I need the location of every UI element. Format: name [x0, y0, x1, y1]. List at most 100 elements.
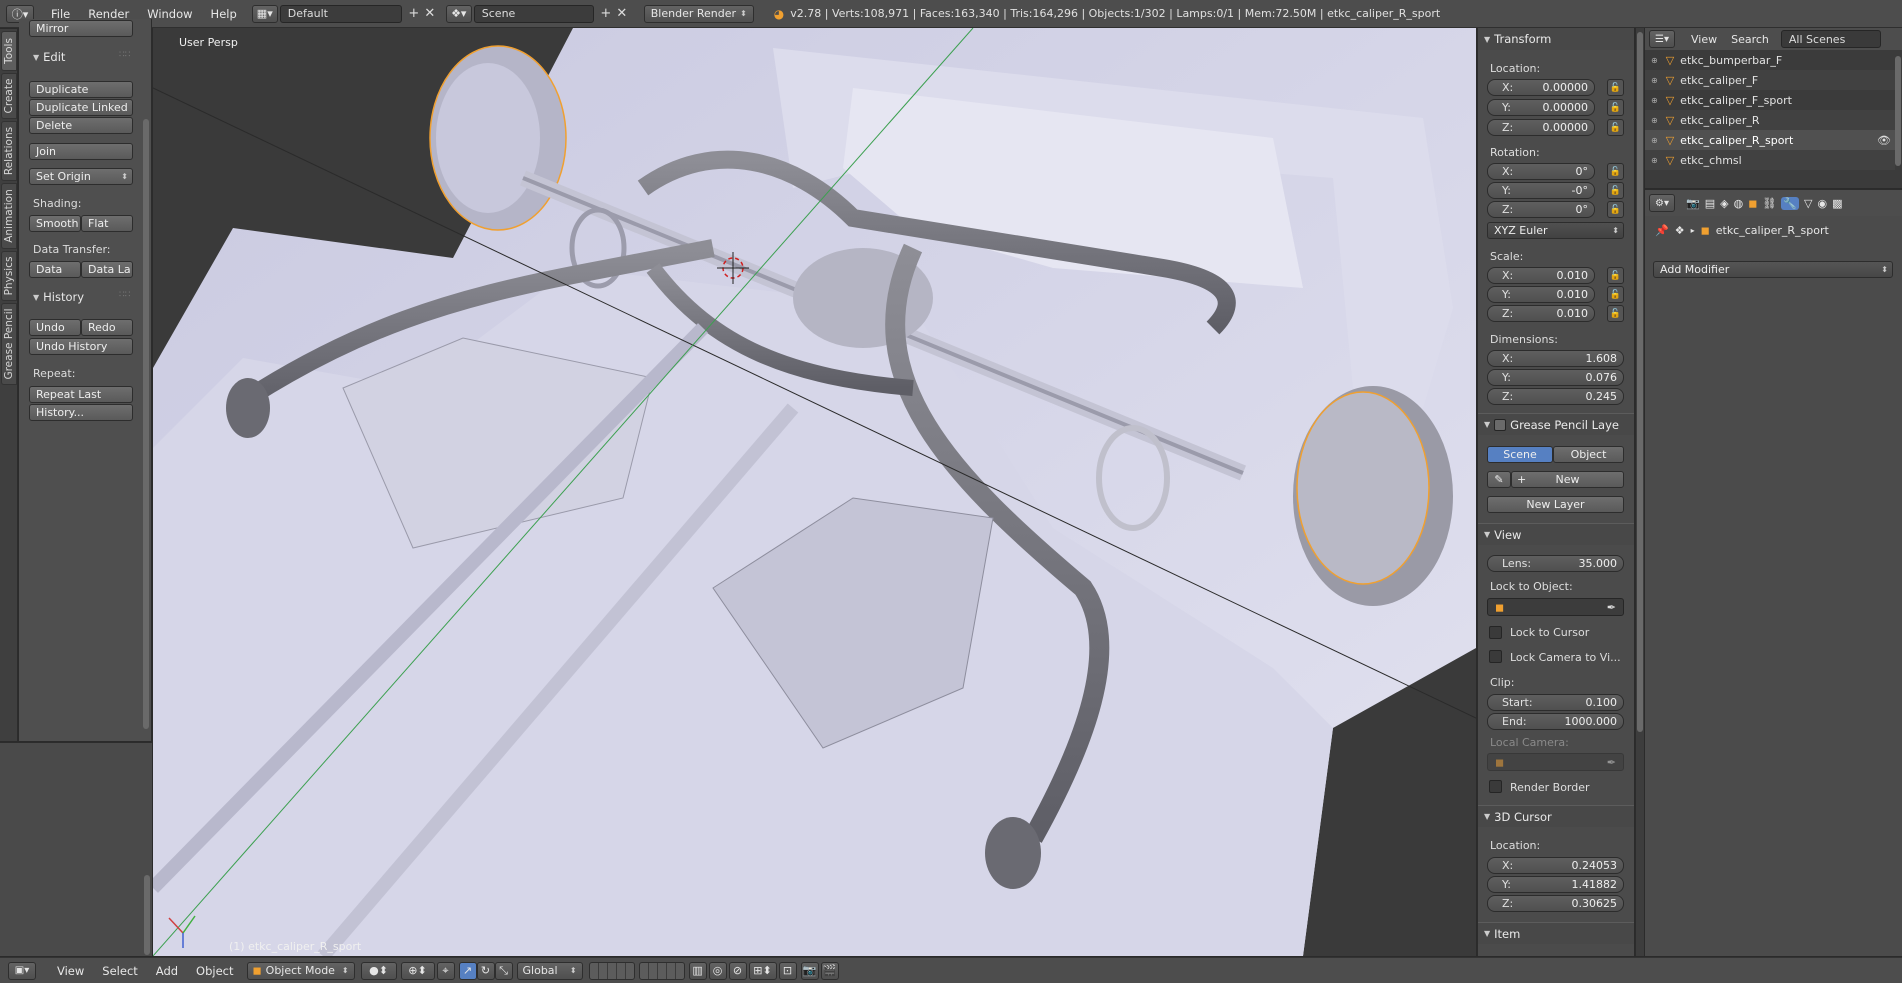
expand-icon[interactable]: ⊕ [1651, 136, 1658, 145]
world-tab-icon[interactable]: ◍ [1734, 197, 1744, 210]
lock-scale-y-icon[interactable]: 🔓 [1607, 286, 1624, 303]
outliner-editor-type-button[interactable]: ☰▾ [1649, 30, 1675, 48]
opengl-render-icon[interactable]: 📷 [800, 961, 819, 980]
lock-scale-z-icon[interactable]: 🔓 [1607, 305, 1624, 322]
translate-manipulator[interactable]: ↗ [458, 961, 477, 980]
shading-dropdown[interactable]: ●⬍ [360, 961, 397, 980]
grease-pencil-checkbox[interactable] [1494, 418, 1507, 431]
view-menu[interactable]: View [48, 964, 93, 978]
redo-button[interactable]: Redo [81, 319, 133, 336]
tab-animation[interactable]: Animation [1, 183, 17, 249]
outliner-search-menu[interactable]: Search [1731, 33, 1769, 46]
data-tab-icon[interactable]: ▽ [1804, 197, 1812, 210]
lock-rotation-x-icon[interactable]: 🔓 [1607, 163, 1624, 180]
tab-tools[interactable]: Tools [1, 31, 17, 71]
location-y-field[interactable]: Y: 0.00000 [1487, 99, 1595, 116]
rotation-z-field[interactable]: Z: 0° [1487, 201, 1595, 218]
pivot-dropdown[interactable]: ⊕⬍ [400, 961, 435, 980]
lock-cursor-checkbox[interactable] [1489, 626, 1502, 639]
material-tab-icon[interactable]: ◉ [1817, 197, 1827, 210]
duplicate-button[interactable]: Duplicate [29, 81, 133, 98]
add-menu[interactable]: Add [147, 964, 187, 978]
gp-new-button[interactable]: + New [1511, 471, 1624, 488]
select-menu[interactable]: Select [93, 964, 146, 978]
scene-field[interactable]: Scene [473, 4, 594, 23]
expand-icon[interactable]: ⊕ [1651, 96, 1658, 105]
add-modifier-dropdown[interactable]: Add Modifier ⬍ [1653, 261, 1893, 278]
dimension-x-field[interactable]: X: 1.608 [1487, 350, 1624, 367]
join-button[interactable]: Join [29, 143, 133, 160]
lens-field[interactable]: Lens: 35.000 [1487, 555, 1624, 572]
remove-scene-icon[interactable]: ✕ [614, 6, 630, 22]
sidebar-scroll-thumb[interactable] [1637, 32, 1643, 732]
outliner-row-caliper-r[interactable]: ⊕ ▽ etkc_caliper_R [1645, 110, 1895, 130]
history-menu-button[interactable]: History... [29, 404, 133, 421]
outliner-filter-dropdown[interactable]: All Scenes [1780, 30, 1881, 48]
drag-handle-icon[interactable]: ∷∷ [119, 290, 130, 300]
undo-button[interactable]: Undo [29, 319, 81, 336]
outliner-scrollbar[interactable] [1895, 56, 1901, 166]
cursor-y-field[interactable]: Y: 1.41882 [1487, 876, 1624, 893]
eye-icon[interactable]: 👁 [1877, 134, 1891, 147]
layer-buttons-group-1[interactable] [588, 961, 635, 980]
3d-cursor-panel-header[interactable]: ▼ 3D Cursor [1478, 805, 1634, 827]
pin-icon[interactable]: 📌 [1655, 224, 1669, 237]
edit-panel-header[interactable]: ▼ Edit [33, 50, 65, 64]
tool-shelf-scrollbar[interactable] [143, 119, 149, 729]
object-tab-icon[interactable]: ◼ [1748, 197, 1757, 210]
view-panel-header[interactable]: ▼ View [1478, 523, 1634, 545]
tab-physics[interactable]: Physics [1, 251, 17, 301]
clip-start-field[interactable]: Start: 0.100 [1487, 694, 1624, 711]
snap-target-icon[interactable]: ⊡ [778, 961, 797, 980]
grease-pencil-panel-header[interactable]: ▼ Grease Pencil Laye [1478, 413, 1634, 435]
gp-scene-button[interactable]: Scene [1487, 446, 1553, 463]
lock-scale-x-icon[interactable]: 🔓 [1607, 267, 1624, 284]
remove-layout-icon[interactable]: ✕ [422, 6, 438, 22]
gp-datablock-icon[interactable]: ✎ [1487, 471, 1511, 488]
outliner-row-bumperbar-f[interactable]: ⊕ ▽ etkc_bumperbar_F [1645, 50, 1895, 70]
mode-dropdown[interactable]: ◼ Object Mode ⬍ [246, 961, 355, 980]
outliner-view-menu[interactable]: View [1691, 33, 1717, 46]
rotation-y-field[interactable]: Y: -0° [1487, 182, 1595, 199]
outliner-row-caliper-f[interactable]: ⊕ ▽ etkc_caliper_F [1645, 70, 1895, 90]
tab-create[interactable]: Create [1, 73, 17, 119]
orientation-dropdown[interactable]: Global ⬍ [516, 961, 583, 980]
scale-x-field[interactable]: X: 0.010 [1487, 267, 1595, 284]
snap-toggle-icon[interactable]: ⊘ [728, 961, 747, 980]
dimension-z-field[interactable]: Z: 0.245 [1487, 388, 1624, 405]
flat-button[interactable]: Flat [81, 215, 133, 232]
outliner-row-chmsl[interactable]: ⊕ ▽ etkc_chmsl [1645, 150, 1895, 170]
new-layer-button[interactable]: New Layer [1487, 496, 1624, 513]
tab-relations[interactable]: Relations [1, 121, 17, 181]
history-panel-header[interactable]: ▼ History [33, 290, 84, 304]
location-x-field[interactable]: X: 0.00000 [1487, 79, 1595, 96]
object-menu[interactable]: Object [187, 964, 242, 978]
data-transfer-button[interactable]: Data [29, 261, 81, 278]
proportional-edit-icon[interactable]: ◎ [708, 961, 727, 980]
manipulator-toggle[interactable]: ⌖ [436, 961, 455, 980]
lock-location-x-icon[interactable]: 🔓 [1607, 79, 1624, 96]
duplicate-linked-button[interactable]: Duplicate Linked [29, 99, 133, 116]
tab-grease-pencil[interactable]: Grease Pencil [1, 303, 17, 385]
gp-object-button[interactable]: Object [1553, 446, 1624, 463]
lock-rotation-y-icon[interactable]: 🔓 [1607, 182, 1624, 199]
modifiers-tab-icon[interactable]: 🔧 [1781, 196, 1799, 210]
rotation-x-field[interactable]: X: 0° [1487, 163, 1595, 180]
expand-icon[interactable]: ⊕ [1651, 76, 1658, 85]
mirror-button[interactable]: Mirror [29, 20, 133, 37]
properties-editor-type-button[interactable]: ⚙▾ [1649, 194, 1675, 212]
sidebar-scrollbar[interactable] [1635, 28, 1644, 956]
layer-lock-icon[interactable]: ▥ [688, 961, 707, 980]
cursor-x-field[interactable]: X: 0.24053 [1487, 857, 1624, 874]
expand-icon[interactable]: ⊕ [1651, 156, 1658, 165]
cursor-z-field[interactable]: Z: 0.30625 [1487, 895, 1624, 912]
dimension-y-field[interactable]: Y: 0.076 [1487, 369, 1624, 386]
3d-viewport[interactable]: User Persp (1) etkc_caliper_R_sport [153, 28, 1476, 956]
snap-element-icon[interactable]: ⊞⬍ [748, 961, 777, 980]
render-border-checkbox[interactable] [1489, 780, 1502, 793]
scene-select-button[interactable]: ❖▾ [445, 4, 472, 23]
opengl-animation-icon[interactable]: 🎬 [820, 961, 839, 980]
expand-icon[interactable]: ⊕ [1651, 116, 1658, 125]
outliner-row-caliper-f-sport[interactable]: ⊕ ▽ etkc_caliper_F_sport [1645, 90, 1895, 110]
undo-history-button[interactable]: Undo History [29, 338, 133, 355]
